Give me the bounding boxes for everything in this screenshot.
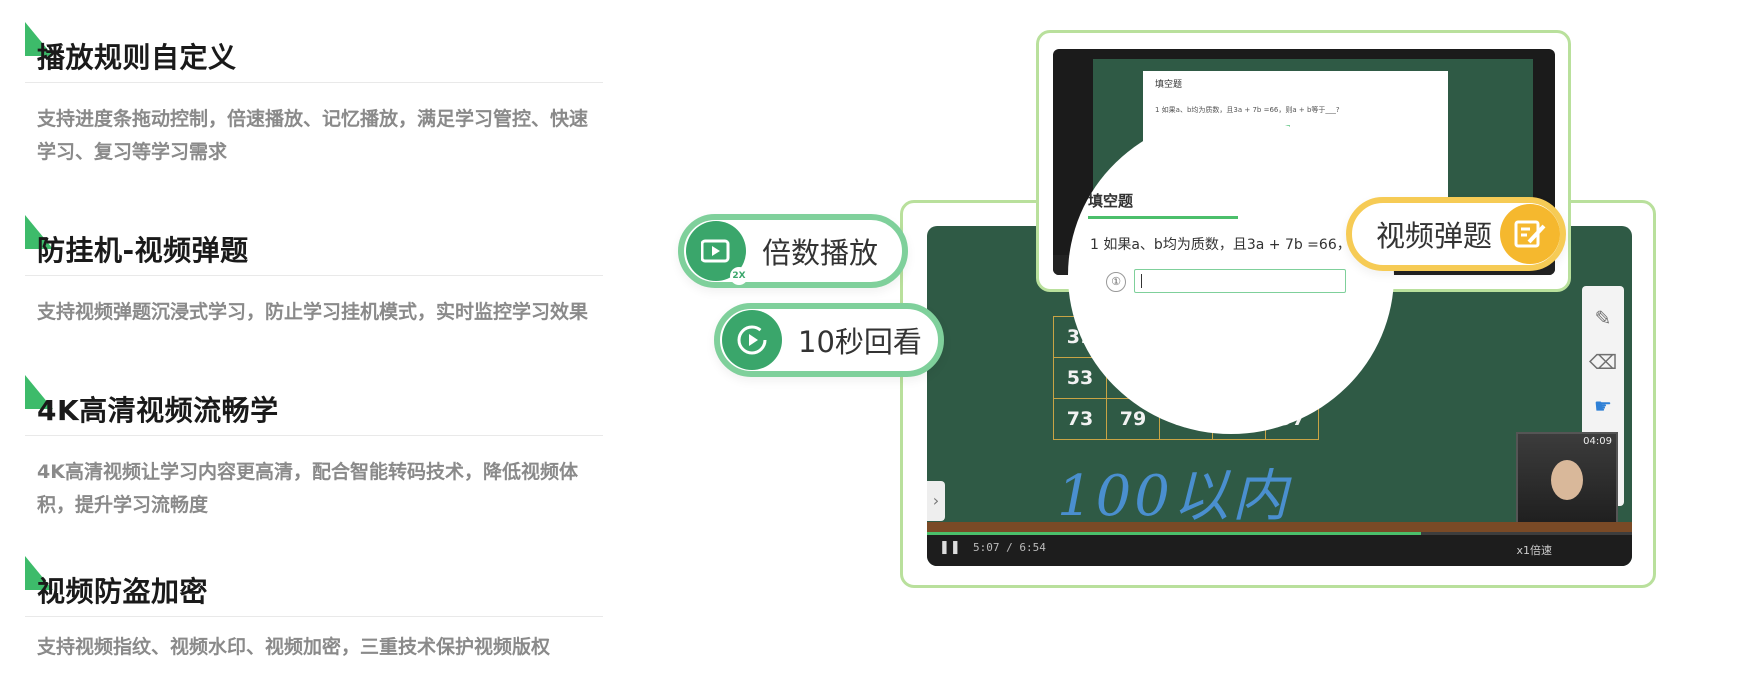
camera-timer: 04:09 [1583, 436, 1612, 447]
teacher-camera: 04:09 [1516, 432, 1618, 526]
feature-list: 播放规则自定义 支持进度条拖动控制，倍速播放、记忆播放，满足学习管控、快速学习、… [0, 0, 620, 680]
feature-header: 防挂机-视频弹题 [25, 215, 603, 276]
progress-bar[interactable] [927, 532, 1632, 535]
eraser-icon[interactable]: ⌫ [1582, 350, 1624, 374]
pen-icon[interactable]: ✎ [1582, 306, 1624, 330]
chalk-handwriting: 100以内 [1057, 464, 1291, 529]
rewind-10s-label: 10秒回看 [798, 325, 922, 359]
progress-fill [927, 532, 1421, 535]
feature-header: 播放规则自定义 [25, 22, 603, 83]
pause-icon[interactable]: ❚❚ [939, 540, 961, 555]
teacher-avatar [1551, 460, 1583, 500]
quiz-magnifier: 填空题 1 如果a、b均为质数，且3a + 7b =66，则a + b ① [1068, 116, 1394, 434]
quiz-title-underline [1088, 216, 1238, 219]
feature-item: 播放规则自定义 支持进度条拖动控制，倍速播放、记忆播放，满足学习管控、快速学习、… [25, 22, 603, 169]
playback-time: 5:07 / 6:54 [973, 541, 1046, 554]
quiz-answer-input[interactable] [1134, 269, 1346, 293]
board-ledge [927, 522, 1632, 532]
rewind-icon [722, 310, 782, 370]
feature-description: 4K高清视频让学习内容更高清，配合智能转码技术，降低视频体积，提升学习流畅度 [37, 461, 578, 516]
quiz-title: 填空题 [1088, 192, 1134, 210]
feature-description: 支持进度条拖动控制，倍速播放、记忆播放，满足学习管控、快速学习、复习等学习需求 [37, 108, 589, 163]
feature-title: 播放规则自定义 [37, 41, 237, 74]
pointer-icon[interactable]: ☛ [1582, 394, 1624, 418]
rewind-icon [737, 325, 767, 355]
quiz-edit-icon [1514, 220, 1546, 248]
feature-item: 4K高清视频流畅学 4K高清视频让学习内容更高清，配合智能转码技术，降低视频体积… [25, 375, 603, 522]
feature-description: 支持视频指纹、视频水印、视频加密，三重技术保护视频版权 [37, 636, 551, 658]
feature-title: 4K高清视频流畅学 [37, 394, 279, 427]
video-speed-icon: 2X [686, 221, 748, 285]
video-player-illustration: 31 37 41 43 53 59 61 67 73 79 83 89 97 [678, 0, 1754, 680]
speed-playback-label: 倍数播放 [762, 236, 879, 270]
feature-header: 4K高清视频流畅学 [25, 375, 603, 436]
feature-title: 防挂机-视频弹题 [37, 234, 249, 267]
rewind-10s-pill: 10秒回看 [714, 303, 944, 377]
video-quiz-label: 视频弹题 [1376, 219, 1493, 253]
mini-quiz-title: 填空题 [1155, 80, 1183, 90]
speed-selector[interactable]: x1倍速 [1516, 542, 1552, 558]
video-quiz-pill: 视频弹题 [1346, 197, 1566, 271]
feature-item: 视频防盗加密 支持视频指纹、视频水印、视频加密，三重技术保护视频版权 [25, 556, 603, 664]
feature-item: 防挂机-视频弹题 支持视频弹题沉浸式学习，防止学习挂机模式，实时监控学习效果 [25, 215, 603, 329]
video-speed-icon [701, 239, 730, 263]
grid-cell: 73 [1053, 398, 1107, 440]
quiz-edit-icon [1500, 204, 1560, 264]
feature-description: 支持视频弹题沉浸式学习，防止学习挂机模式，实时监控学习效果 [37, 301, 589, 323]
speed-playback-pill: 2X 倍数播放 [678, 214, 908, 288]
mini-quiz-question: 1 如果a、b均为质数，且3a + 7b =66，则a + b等于___? [1155, 106, 1340, 114]
chevron-right-icon[interactable]: › [927, 481, 945, 521]
player-control-bar: ❚❚ 5:07 / 6:54 x1倍速 [927, 532, 1632, 566]
speed-badge: 2X [730, 267, 748, 285]
feature-title: 视频防盗加密 [37, 575, 209, 608]
feature-header: 视频防盗加密 [25, 556, 603, 617]
quiz-option-number: ① [1106, 272, 1126, 292]
